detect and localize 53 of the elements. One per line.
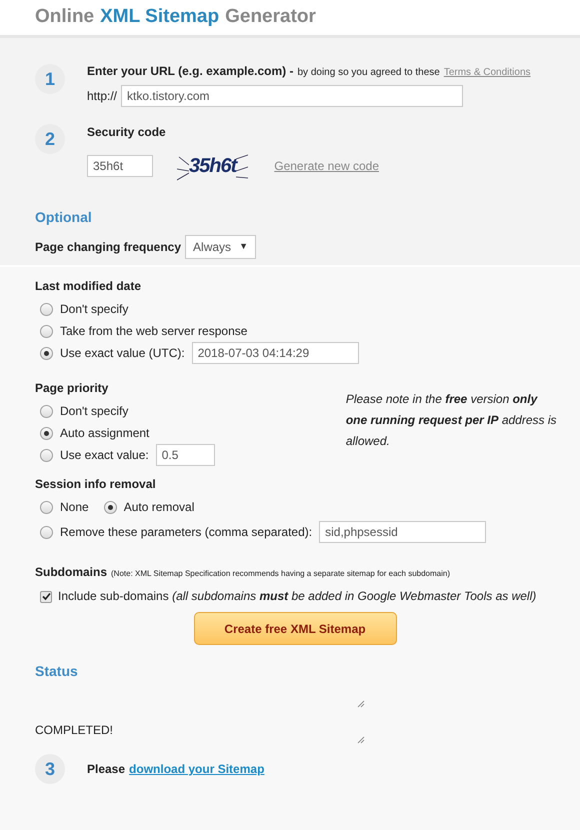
subdomain-hint: (all subdomains must be added in Google Webmaster Tools as well)	[172, 589, 536, 603]
step-number: 3	[35, 754, 65, 784]
section-label: Last modified date	[35, 278, 142, 295]
radio-button[interactable]	[40, 426, 53, 440]
site-title: XML Sitemap	[100, 5, 220, 30]
option-label: Use exact value:	[60, 447, 149, 464]
checkbox-label: Include sub-domains	[58, 589, 170, 603]
section-label: Page priority	[35, 380, 110, 397]
security-heading: Security code	[87, 124, 167, 141]
radio-button[interactable]	[40, 500, 53, 514]
status-output: COMPLETED!	[35, 696, 365, 742]
option-label: Use exact value (UTC):	[60, 345, 185, 362]
create-sitemap-button[interactable]: Create free XML Sitemap	[194, 612, 396, 645]
radio-button[interactable]	[40, 324, 53, 338]
radio-button[interactable]	[40, 526, 53, 538]
resize-grip-icon	[357, 700, 365, 708]
parameters-field[interactable]: sid,phpsessid	[319, 521, 486, 543]
radio-button[interactable]	[40, 448, 53, 462]
radio-button[interactable]	[40, 404, 53, 418]
free-version-notice: Please note in the free version only one running request per IP address is allowed.	[346, 391, 558, 450]
section-heading: Status	[35, 662, 79, 681]
url-prefix: http://	[87, 88, 118, 105]
section-label: Session info removal	[35, 476, 157, 493]
url-heading: Enter your URL (e.g. example.com) -	[87, 63, 294, 80]
checkbox[interactable]	[40, 590, 52, 602]
subdomain-note: (Note: XML Sitemap Specification recommends having a separate sitemap for each subdomain)	[111, 568, 450, 580]
section-label: Subdomains	[35, 564, 108, 581]
priority-field[interactable]: 0.5	[156, 444, 215, 466]
step-number: 1	[35, 64, 65, 94]
option-label: Take from the web server response	[60, 323, 248, 340]
section-heading: Optional	[35, 208, 93, 227]
frequency-select[interactable]: Always ▼	[185, 235, 256, 259]
site-title: Online	[35, 5, 94, 30]
captcha-image: 35h6t	[189, 156, 236, 176]
site-title: Generator	[225, 5, 316, 30]
url-field[interactable]: ktko.tistory.com	[121, 85, 464, 107]
radio-button[interactable]	[40, 302, 53, 316]
download-prompt: Please	[87, 761, 126, 778]
radio-button[interactable]	[40, 346, 53, 360]
option-label: Remove these parameters (comma separated):	[60, 524, 312, 541]
download-link[interactable]: download your Sitemap	[129, 760, 264, 778]
option-label: Don't specify	[60, 403, 128, 420]
option-label: None	[60, 499, 89, 516]
date-field[interactable]: 2018-07-03 04:14:29	[192, 342, 359, 364]
option-label: Auto assignment	[60, 425, 150, 442]
terms-note: by doing so you agreed to these	[298, 66, 440, 80]
option-label: Don't specify	[60, 301, 128, 318]
radio-button[interactable]	[104, 500, 117, 514]
step-number: 2	[35, 124, 65, 154]
option-label: Auto removal	[124, 499, 194, 516]
resize-grip-icon	[357, 736, 365, 744]
frequency-label: Page changing frequency	[35, 239, 182, 256]
security-code-field[interactable]: 35h6t	[87, 155, 153, 177]
